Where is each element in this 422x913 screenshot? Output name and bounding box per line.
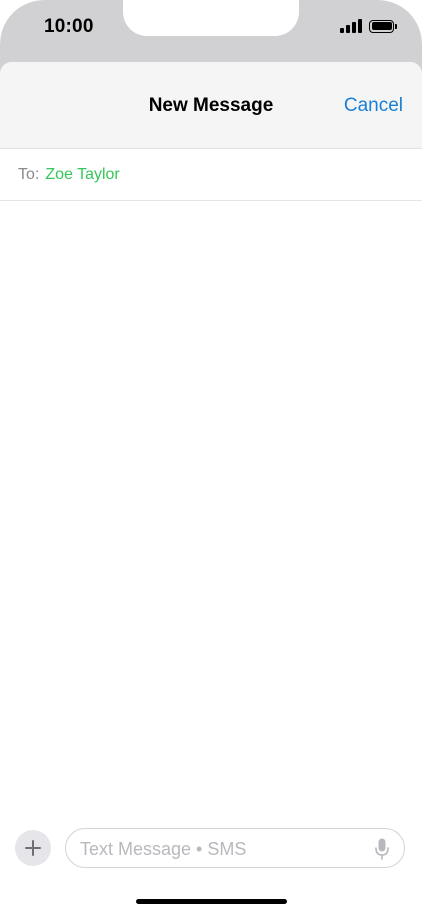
- composer-bar: [0, 828, 422, 868]
- message-thread: [0, 201, 422, 821]
- add-attachment-button[interactable]: [15, 830, 51, 866]
- recipient-name[interactable]: Zoe Taylor: [45, 166, 119, 184]
- cancel-button[interactable]: Cancel: [344, 95, 403, 117]
- battery-icon: [369, 19, 397, 33]
- signal-icon: [340, 19, 362, 33]
- message-field[interactable]: [65, 828, 405, 868]
- status-icons: [340, 19, 397, 33]
- notch: [123, 0, 299, 36]
- plus-icon: [25, 840, 41, 856]
- home-indicator[interactable]: [136, 899, 287, 904]
- new-message-sheet: New Message Cancel To: Zoe Taylor: [0, 62, 422, 913]
- status-time: 10:00: [44, 16, 94, 37]
- nav-bar: New Message Cancel: [0, 62, 422, 149]
- device-screen: 10:00 New Message Cancel To: Zoe Taylor: [0, 0, 422, 913]
- microphone-icon[interactable]: [375, 838, 389, 860]
- recipient-field[interactable]: To: Zoe Taylor: [0, 149, 422, 201]
- to-label: To:: [18, 165, 40, 183]
- message-input[interactable]: [80, 838, 360, 860]
